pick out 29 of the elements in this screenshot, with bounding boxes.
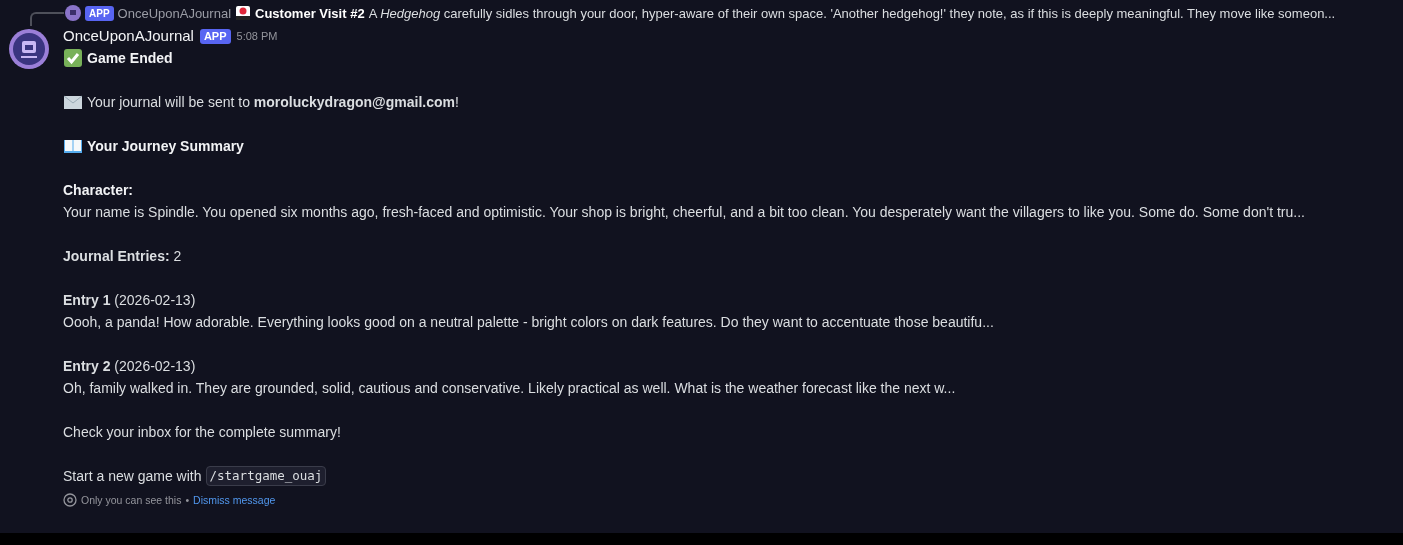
reply-preview[interactable]: A Hedgehog carefully sidles through your door, hyper-aware of their own space. 'Another hedgehog!' they note, as if this is deeply meaningful. They move like someon... [368,5,1336,21]
status-heading: Game Ended [87,49,173,68]
entry-heading: Entry 2 (2026-02-13) [63,357,197,376]
bot-avatar[interactable] [9,29,49,69]
summary-heading: Your Journey Summary [87,137,244,156]
separator-dot: • [185,493,190,508]
reply-author[interactable]: OnceUponAJournal [117,5,232,21]
email-notice: Your journal will be sent to moroluckydragon@gmail.com! [87,93,459,112]
card-icon [235,5,252,21]
entry-text: Oooh, a panda! How adorable. Everything looks good on a neutral palette - bright colors on dark features. Do they want to accentuate those beautifu... [63,313,995,332]
command-code: /startgame_ouaj [205,466,327,486]
character-label: Character: [63,181,135,200]
ephemeral-note: Only you can see this [81,493,182,508]
start-game-text: Start a new game with [63,467,202,486]
reply-connector-line [30,12,64,26]
entry-heading: Entry 1 (2026-02-13) [63,291,197,310]
inbox-notice: Check your inbox for the complete summary! [63,423,342,442]
eye-icon [63,493,77,507]
message-time: 5:08 PM [236,29,278,44]
dismiss-link[interactable]: Dismiss message [193,489,276,511]
app-badge: APP [199,28,231,44]
reply-title: Customer Visit #2 [255,5,365,21]
character-description: Your name is Spindle. You opened six months ago, fresh-faced and optimistic. Your shop is bright, cheerful, and a bit too clean. You desperately want the villagers to like you. Some do. Some don't tru... [63,203,1306,222]
checkmark-icon [63,48,83,68]
entry-text: Oh, family walked in. They are grounded, solid, cautious and conservative. Likely practical as well. What is the weather forecast like the next w... [63,379,957,398]
journal-entries-count: Journal Entries: 2 [63,247,183,266]
message-author[interactable]: OnceUponAJournal [63,25,194,47]
app-badge: APP [85,5,114,21]
bot-avatar-icon [65,5,81,21]
